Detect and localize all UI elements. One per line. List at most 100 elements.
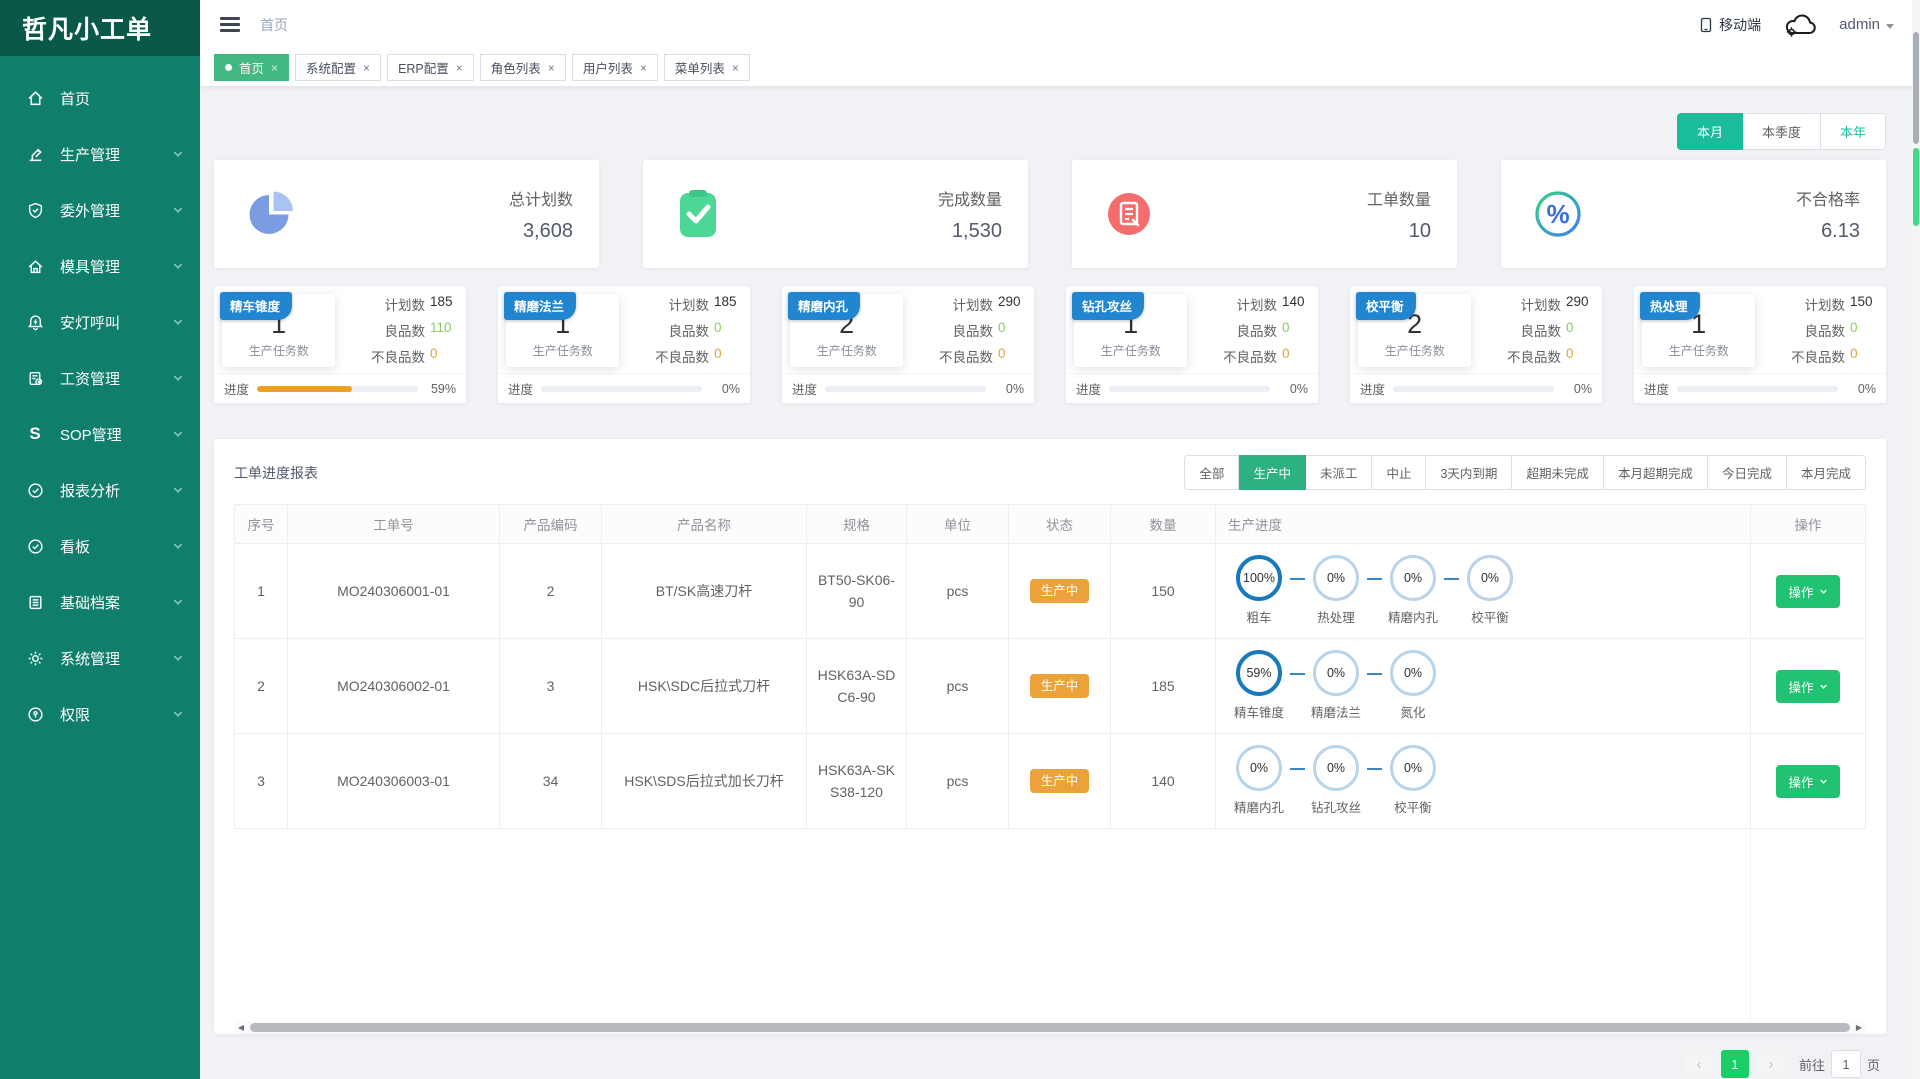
bad-count: 0 [714,346,740,366]
cell-status: 生产中 [1009,734,1111,829]
scrollbar-thumb-green[interactable] [1913,148,1919,226]
filter-overdue-incomplete[interactable]: 超期未完成 [1512,455,1604,490]
sidebar-item-andon[interactable]: 安灯呼叫 [0,294,200,350]
sidebar-item-permission[interactable]: 权限 [0,686,200,742]
tab-system-config[interactable]: 系统配置× [295,54,381,81]
table-row: 3 MO240306003-01 34 HSK\SDS后拉式加长刀杆 HSK63… [234,734,1866,829]
sidebar-menu: 首页 生产管理 委外管理 模具管理 安灯呼叫 工资管理 [0,56,200,742]
row-action-button[interactable]: 操作 [1776,575,1839,608]
status-badge: 生产中 [1030,579,1090,604]
page-scrollbar[interactable] [1912,0,1920,1079]
chevron-down-icon [172,596,184,608]
sidebar-item-system[interactable]: 系统管理 [0,630,200,686]
tab-close-icon[interactable]: × [732,62,739,74]
sidebar: 哲凡小工单 首页 生产管理 委外管理 模具管理 安灯呼叫 工 [0,0,200,1079]
progress-bar [257,386,418,392]
filter-all[interactable]: 全部 [1184,455,1239,490]
sidebar-item-archive[interactable]: 基础档案 [0,574,200,630]
scrollbar-thumb[interactable] [1913,32,1919,144]
work-order-table: 序号 工单号 产品编码 产品名称 规格 单位 状态 数量 生产进度 操作 1 M… [234,504,1866,1021]
outsource-icon [26,201,44,219]
dashboard-content: 本月 本季度 本年 总计划数 3,608 完成数量 1,530 [200,87,1920,1079]
tab-close-icon[interactable]: × [640,62,647,74]
sidebar-item-report[interactable]: 报表分析 [0,462,200,518]
cell-production-progress: 0%精磨内孔 0%钻孔攻丝 0%校平衡 [1216,734,1751,829]
period-quarter-button[interactable]: 本季度 [1743,113,1821,150]
tab-home[interactable]: 首页 × [214,54,289,81]
home-icon [26,89,44,107]
chevron-down-icon [172,148,184,160]
stat-card-defect-rate: % 不合格率 6.13 [1501,160,1886,268]
sidebar-item-wage[interactable]: 工资管理 [0,350,200,406]
hamburger-menu-icon[interactable] [220,14,240,36]
stat-label: 总计划数 [509,186,573,210]
process-name-badge: 精磨法兰 [504,292,576,320]
tab-user-list[interactable]: 用户列表× [572,54,658,81]
scroll-right-arrow-icon[interactable]: ▶ [1852,1023,1866,1032]
filter-due-3-days[interactable]: 3天内到期 [1426,455,1512,490]
process-card-jingmo-falan: 精磨法兰 1 生产任务数 计划数185 良品数0 不良品数0 进度 0% [498,286,750,403]
progress-bar [541,386,702,392]
chevron-down-icon [172,540,184,552]
process-name-badge: 精磨内孔 [788,292,860,320]
filter-done-this-month[interactable]: 本月完成 [1787,455,1866,490]
scrollbar-thumb[interactable] [250,1023,1850,1032]
sidebar-item-outsource[interactable]: 委外管理 [0,182,200,238]
scroll-left-arrow-icon[interactable]: ◀ [234,1023,248,1032]
production-icon [26,145,44,163]
filter-month-overdue-done[interactable]: 本月超期完成 [1604,455,1708,490]
tab-menu-list[interactable]: 菜单列表× [664,54,750,81]
tab-erp-config[interactable]: ERP配置× [387,54,474,81]
process-mini-panel: 精磨内孔 2 生产任务数 [790,294,903,367]
cell-product-code: 34 [500,734,602,829]
filter-unassigned[interactable]: 未派工 [1306,455,1373,490]
filter-in-production[interactable]: 生产中 [1239,455,1306,490]
archive-icon [26,593,44,611]
period-month-button[interactable]: 本月 [1677,113,1743,150]
status-badge: 生产中 [1030,674,1090,699]
filter-done-today[interactable]: 今日完成 [1708,455,1787,490]
mobile-link[interactable]: 移动端 [1699,15,1761,35]
plan-count: 290 [998,294,1024,314]
process-card-rechuli: 热处理 1 生产任务数 计划数150 良品数0 不良品数0 进度 0% [1634,286,1886,403]
pie-chart-icon [244,187,298,241]
filter-aborted[interactable]: 中止 [1372,455,1426,490]
plan-count: 290 [1566,294,1592,314]
tab-close-icon[interactable]: × [271,62,278,74]
bad-count: 0 [1850,346,1876,366]
top-header: 首页 移动端 admin [200,0,1920,49]
cell-qty: 185 [1111,639,1216,734]
sidebar-item-sop[interactable]: S SOP管理 [0,406,200,462]
cell-order-no: MO240306001-01 [288,544,500,639]
sidebar-item-production[interactable]: 生产管理 [0,126,200,182]
next-page-button[interactable]: › [1757,1050,1785,1078]
table-horizontal-scrollbar[interactable]: ◀ ▶ [234,1021,1866,1034]
page-1-button[interactable]: 1 [1721,1050,1749,1078]
period-year-button[interactable]: 本年 [1821,113,1886,150]
sidebar-item-mold[interactable]: 模具管理 [0,238,200,294]
progress-percent: 0% [1562,382,1592,396]
tab-close-icon[interactable]: × [363,62,370,74]
tab-close-icon[interactable]: × [548,62,555,74]
row-action-button[interactable]: 操作 [1776,670,1839,703]
progress-percent: 0% [1278,382,1308,396]
row-action-button[interactable]: 操作 [1776,765,1839,798]
process-cards-row: 精车锥度 1 生产任务数 计划数185 良品数110 不良品数0 进度 59% [214,286,1886,403]
plan-count: 150 [1850,294,1876,314]
cloud-sync-icon[interactable] [1783,12,1817,38]
process-card-jingche-zhuidu: 精车锥度 1 生产任务数 计划数185 良品数110 不良品数0 进度 59% [214,286,466,403]
process-name-badge: 钻孔攻丝 [1072,292,1144,320]
chevron-down-icon [172,708,184,720]
status-badge: 生产中 [1030,769,1090,794]
table-empty-area [234,829,1866,1021]
cell-status: 生产中 [1009,544,1111,639]
cell-seq: 2 [234,639,288,734]
sidebar-item-board[interactable]: 看板 [0,518,200,574]
process-mini-panel: 精磨法兰 1 生产任务数 [506,294,619,367]
goto-page-input[interactable] [1831,1050,1861,1078]
prev-page-button[interactable]: ‹ [1685,1050,1713,1078]
user-menu[interactable]: admin [1839,16,1894,33]
tab-role-list[interactable]: 角色列表× [480,54,566,81]
tab-close-icon[interactable]: × [456,62,463,74]
sidebar-item-home[interactable]: 首页 [0,70,200,126]
